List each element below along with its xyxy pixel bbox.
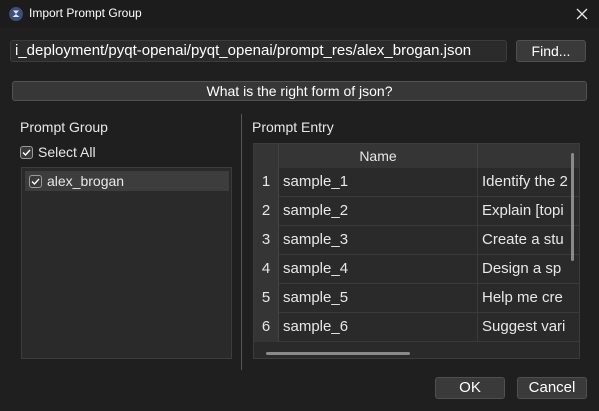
column-header-prompt[interactable] [478, 144, 579, 168]
row-number: 4 [254, 255, 279, 284]
row-number: 1 [254, 168, 279, 197]
name-cell[interactable]: sample_5 [283, 284, 478, 313]
select-all-checkbox[interactable]: Select All [20, 144, 96, 160]
splitter-handle[interactable] [241, 114, 242, 370]
json-format-help-button[interactable]: What is the right form of json? [12, 81, 587, 101]
prompt-group-list[interactable]: alex_brogan [21, 167, 232, 359]
title-bar: Import Prompt Group [0, 0, 599, 28]
row-number: 3 [254, 226, 279, 255]
prompt-cell[interactable]: Help me cre [482, 284, 574, 313]
table-row[interactable]: 1 sample_1 Identify the 2 [254, 168, 579, 197]
prompt-entry-title: Prompt Entry [252, 119, 334, 135]
file-path-value: i_deployment/pyqt-openai/pyqt_openai/pro… [15, 42, 472, 59]
table-corner-header [254, 144, 279, 168]
table-row[interactable]: 3 sample_3 Create a stu [254, 226, 579, 255]
cancel-button[interactable]: Cancel [517, 377, 587, 399]
ok-button[interactable]: OK [435, 377, 505, 399]
row-number: 6 [254, 313, 279, 342]
list-item-label: alex_brogan [47, 173, 125, 189]
name-cell[interactable]: sample_4 [283, 255, 478, 284]
prompt-cell[interactable]: Create a stu [482, 226, 574, 255]
row-number: 5 [254, 284, 279, 313]
close-icon [576, 8, 588, 20]
prompt-cell[interactable]: Design a sp [482, 255, 574, 284]
list-item[interactable]: alex_brogan [25, 171, 229, 191]
prompt-cell[interactable]: Identify the 2 [482, 168, 574, 197]
table-row[interactable]: 6 sample_6 Suggest vari [254, 313, 579, 342]
prompt-cell[interactable]: Explain [topi [482, 197, 574, 226]
prompt-entry-table[interactable]: Name 1 sample_1 Identify the 2 2 sample_… [253, 143, 580, 359]
name-cell[interactable]: sample_3 [283, 226, 478, 255]
table-row[interactable]: 2 sample_2 Explain [topi [254, 197, 579, 226]
checkbox-checked-icon [20, 145, 33, 159]
find-button[interactable]: Find... [516, 40, 586, 62]
select-all-label: Select All [38, 144, 96, 160]
prompt-cell[interactable]: Suggest vari [482, 313, 574, 342]
name-cell[interactable]: sample_1 [283, 168, 478, 197]
openai-logo-icon [9, 7, 23, 21]
window-title: Import Prompt Group [29, 6, 142, 20]
table-row[interactable]: 4 sample_4 Design a sp [254, 255, 579, 284]
row-number: 2 [254, 197, 279, 226]
close-button[interactable] [565, 0, 599, 28]
checkbox-checked-icon[interactable] [29, 174, 42, 188]
column-header-name[interactable]: Name [279, 144, 478, 168]
prompt-group-title: Prompt Group [20, 119, 108, 135]
vertical-scrollbar[interactable] [571, 153, 574, 261]
horizontal-scrollbar[interactable] [266, 352, 410, 355]
name-cell[interactable]: sample_2 [283, 197, 478, 226]
name-cell[interactable]: sample_6 [283, 313, 478, 342]
file-path-input[interactable]: i_deployment/pyqt-openai/pyqt_openai/pro… [10, 40, 507, 62]
table-row[interactable]: 5 sample_5 Help me cre [254, 284, 579, 313]
